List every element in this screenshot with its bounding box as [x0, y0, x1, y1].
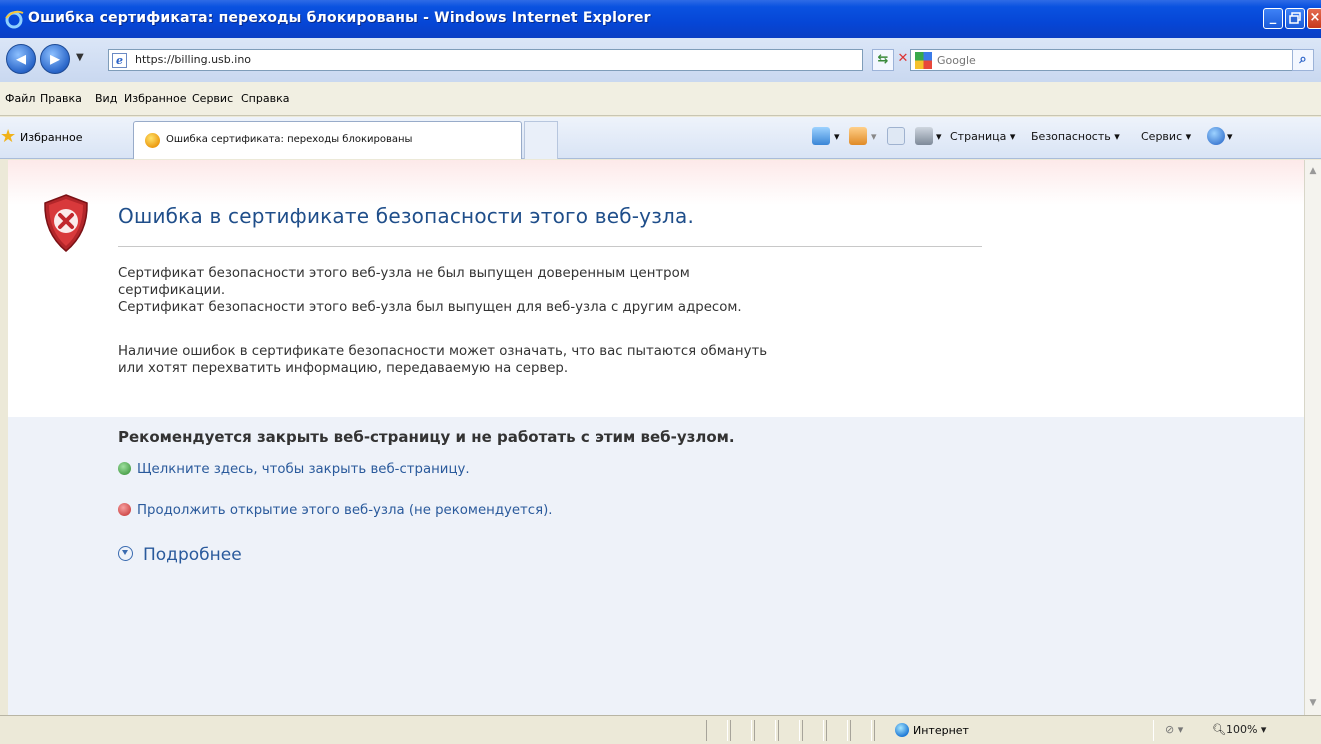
- warning-text-line: Наличие ошибок в сертификате безопасност…: [118, 344, 768, 359]
- forward-button[interactable]: ▸: [40, 44, 70, 74]
- status-pane: [706, 720, 728, 741]
- page-menu[interactable]: Страница ▾: [950, 130, 1015, 143]
- close-button[interactable]: ×: [1307, 8, 1321, 29]
- status-bar: Интернет ⊘ ▾ 🔍︎100% ▾: [0, 715, 1321, 744]
- warning-text-line: или хотят перехватить информацию, переда…: [118, 361, 569, 376]
- stop-icon[interactable]: ✕: [897, 49, 909, 71]
- print-icon[interactable]: [915, 127, 933, 145]
- status-pane: [730, 720, 752, 741]
- divider: [118, 246, 982, 247]
- search-icon[interactable]: ⌕: [1292, 49, 1314, 71]
- print-dropdown-icon[interactable]: ▾: [936, 130, 942, 143]
- address-toolbar: ◂ ▸ ▼ e https://billing.usb.ino ⇆ ✕ ⌕: [0, 38, 1321, 82]
- continue-link-text: Продолжить открытие этого веб-узла (не р…: [137, 503, 553, 518]
- scroll-down-icon[interactable]: ▼: [1308, 698, 1318, 708]
- tab-bar: ★ Избранное Ошибка сертификата: переходы…: [0, 117, 1321, 159]
- star-icon: ★: [0, 126, 17, 147]
- close-page-link[interactable]: Щелкните здесь, чтобы закрыть веб-страни…: [118, 462, 470, 477]
- history-dropdown-icon[interactable]: ▼: [76, 52, 84, 63]
- status-pane: [826, 720, 848, 741]
- zoom-level[interactable]: 🔍︎100% ▾: [1212, 723, 1266, 736]
- menu-tools[interactable]: Сервис: [192, 92, 233, 105]
- page-tab-icon: [145, 133, 160, 148]
- window-title: Ошибка сертификата: переходы блокированы…: [28, 10, 651, 26]
- error-text-line: сертификации.: [118, 283, 226, 298]
- continue-link[interactable]: Продолжить открытие этого веб-узла (не р…: [118, 503, 553, 518]
- help-dropdown-icon[interactable]: ▾: [1227, 130, 1233, 143]
- help-icon[interactable]: [1207, 127, 1225, 145]
- zoom-label: 100%: [1225, 723, 1258, 736]
- ie-logo-icon: [5, 10, 24, 29]
- mail-icon[interactable]: [887, 127, 905, 145]
- menu-file[interactable]: Файл: [5, 92, 35, 105]
- more-info-toggle[interactable]: Подробнее: [118, 545, 242, 565]
- address-text: https://billing.usb.ino: [135, 53, 252, 66]
- status-pane: [754, 720, 776, 741]
- status-pane: [850, 720, 872, 741]
- browser-window: Ошибка сертификата: переходы блокированы…: [0, 0, 1321, 744]
- status-pane: [778, 720, 800, 741]
- restore-icon: [1289, 12, 1301, 24]
- menu-help[interactable]: Справка: [241, 92, 289, 105]
- title-bar[interactable]: Ошибка сертификата: переходы блокированы…: [0, 0, 1321, 38]
- home-icon[interactable]: [812, 127, 830, 145]
- home-dropdown-icon[interactable]: ▾: [834, 130, 840, 143]
- refresh-icon[interactable]: ⇆: [872, 49, 894, 71]
- error-text-line: Сертификат безопасности этого веб-узла н…: [118, 266, 690, 281]
- page-icon: e: [112, 53, 127, 68]
- recommendation-text: Рекомендуется закрыть веб-страницу и не …: [118, 428, 735, 446]
- security-zone[interactable]: Интернет: [895, 723, 969, 737]
- expand-chevron-icon: [118, 546, 133, 561]
- back-button[interactable]: ◂: [6, 44, 36, 74]
- page-title: Ошибка в сертификате безопасности этого …: [118, 204, 695, 228]
- globe-icon: [895, 723, 909, 737]
- menu-favorites[interactable]: Избранное: [124, 92, 186, 105]
- error-shield-small-icon: [118, 503, 131, 516]
- favorites-label: Избранное: [20, 131, 83, 144]
- search-box[interactable]: [910, 49, 1300, 71]
- close-page-link-text: Щелкните здесь, чтобы закрыть веб-страни…: [137, 462, 470, 477]
- menu-edit[interactable]: Правка: [40, 92, 82, 105]
- new-tab-button[interactable]: [524, 121, 558, 159]
- feeds-dropdown-icon[interactable]: ▾: [871, 130, 877, 143]
- error-shield-icon: [44, 194, 88, 252]
- tab-active[interactable]: Ошибка сертификата: переходы блокированы: [133, 121, 522, 159]
- protected-mode-icon[interactable]: ⊘ ▾: [1165, 723, 1183, 736]
- tools-menu[interactable]: Сервис ▾: [1141, 130, 1191, 143]
- scroll-up-icon[interactable]: ▲: [1308, 166, 1318, 176]
- error-text-line: Сертификат безопасности этого веб-узла б…: [118, 300, 742, 315]
- check-shield-icon: [118, 462, 131, 475]
- maximize-button[interactable]: [1285, 8, 1305, 29]
- google-logo-icon: [915, 52, 932, 69]
- zone-label: Интернет: [913, 724, 969, 737]
- status-pane: [802, 720, 824, 741]
- feeds-icon[interactable]: [849, 127, 867, 145]
- security-menu[interactable]: Безопасность ▾: [1031, 130, 1120, 143]
- vertical-scrollbar[interactable]: ▲ ▼: [1304, 160, 1321, 715]
- menu-view[interactable]: Вид: [95, 92, 117, 105]
- error-page: Ошибка в сертификате безопасности этого …: [8, 160, 1304, 715]
- zoom-icon: 🔍︎: [1212, 723, 1226, 736]
- more-info-label: Подробнее: [143, 545, 242, 565]
- tab-label: Ошибка сертификата: переходы блокированы: [166, 134, 413, 145]
- minimize-button[interactable]: _: [1263, 8, 1283, 29]
- address-field[interactable]: e https://billing.usb.ino: [108, 49, 863, 71]
- search-input[interactable]: [937, 52, 1287, 68]
- menu-bar: Файл Правка Вид Избранное Сервис Справка: [0, 82, 1321, 116]
